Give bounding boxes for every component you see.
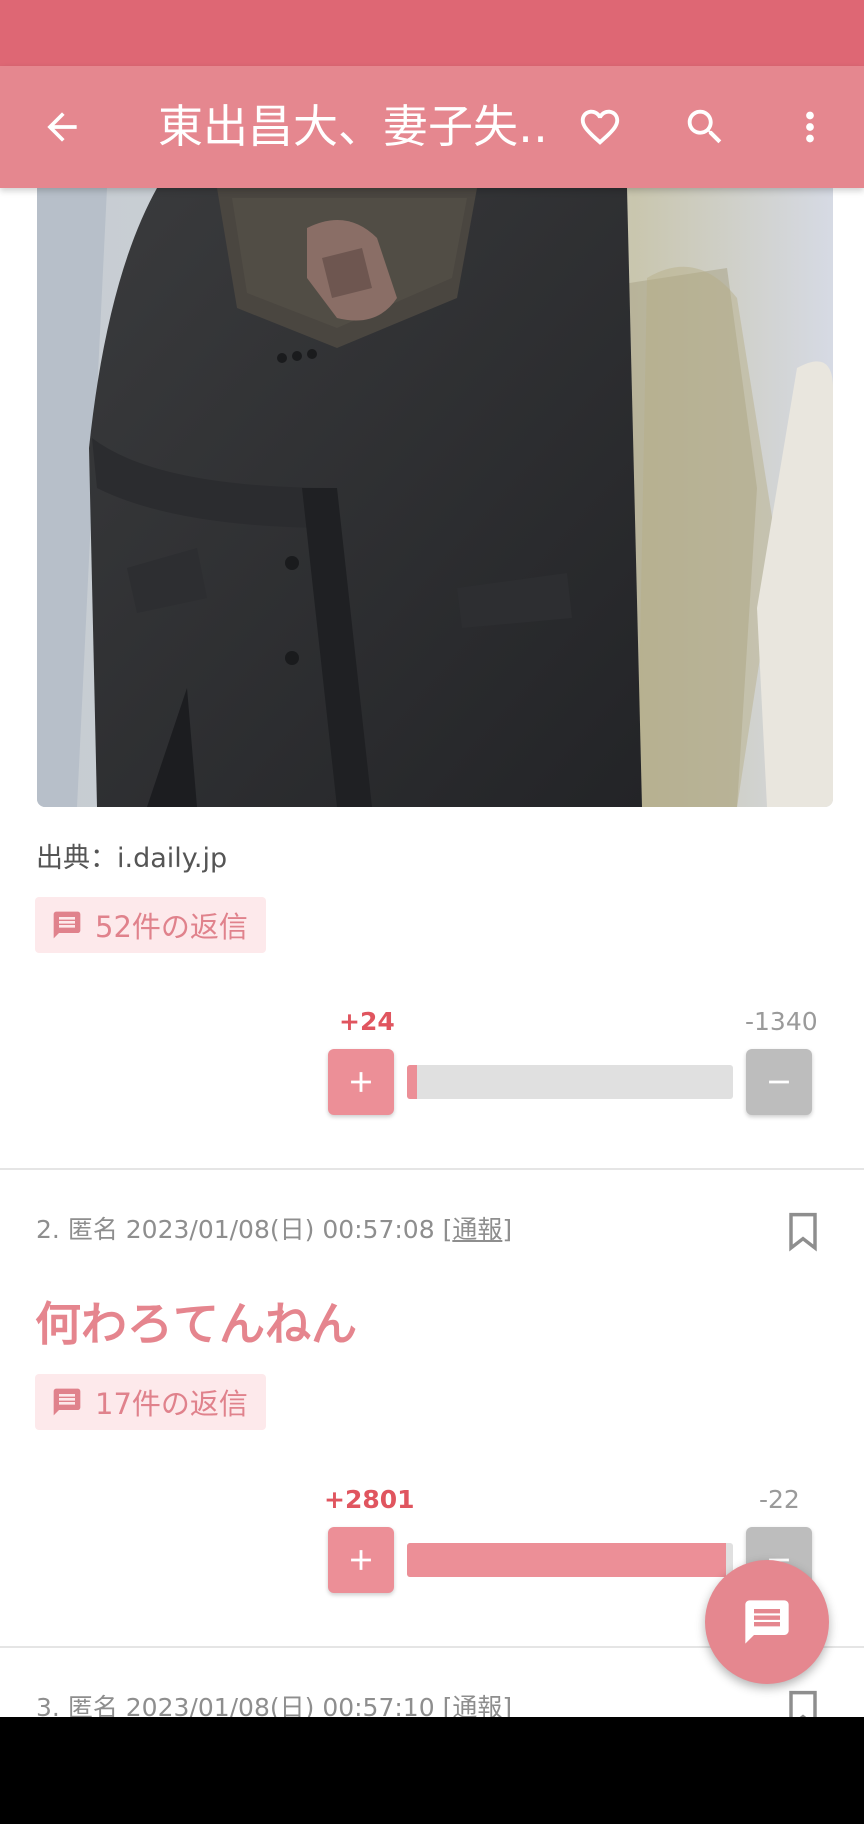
plus-vote-button[interactable] bbox=[328, 1527, 394, 1593]
comment-icon bbox=[53, 911, 81, 939]
minus-icon bbox=[769, 1080, 789, 1084]
bookmark-icon[interactable] bbox=[787, 1690, 819, 1717]
image-source-label: 出典：i.daily.jp bbox=[36, 843, 228, 874]
post-number: 3. bbox=[36, 1693, 60, 1717]
back-button[interactable] bbox=[22, 66, 102, 188]
minus-vote-button[interactable] bbox=[746, 1049, 812, 1115]
replies-button-post-2[interactable]: 17件の返信 bbox=[35, 1374, 266, 1430]
vote-ratio-bar bbox=[407, 1065, 733, 1099]
system-navigation-bar bbox=[0, 1717, 864, 1824]
app-bar: 東出昌大、妻子失… bbox=[0, 66, 864, 188]
report-link[interactable]: 通報 bbox=[452, 1215, 502, 1244]
replies-label: 17件の返信 bbox=[95, 1387, 248, 1421]
bookmark-icon[interactable] bbox=[787, 1212, 819, 1252]
post-image[interactable] bbox=[37, 188, 833, 807]
screen: 東出昌大、妻子失… 出典：i.daily.jp 52件の返信 +24 -1340… bbox=[0, 0, 864, 1717]
status-bar bbox=[0, 0, 864, 66]
bracket-open: [ bbox=[442, 1215, 453, 1244]
photo-illustration bbox=[37, 188, 833, 807]
plus-vote-button[interactable] bbox=[328, 1049, 394, 1115]
vote-ratio-bar bbox=[407, 1543, 733, 1577]
more-options-button[interactable] bbox=[770, 66, 850, 188]
vote-ratio-fill bbox=[407, 1065, 417, 1099]
plus-icon bbox=[351, 1072, 371, 1092]
search-icon bbox=[687, 109, 722, 144]
post-timestamp: 2023/01/08(日) 00:57:10 bbox=[125, 1693, 435, 1717]
plus-count: +24 bbox=[339, 1007, 395, 1036]
post-meta-3: 3. 匿名 2023/01/08(日) 00:57:10 [通報] bbox=[36, 1688, 512, 1717]
replies-label: 52件の返信 bbox=[95, 910, 248, 944]
bracket-close: ] bbox=[502, 1693, 513, 1717]
chat-fab-icon bbox=[745, 1600, 789, 1644]
post-author: 匿名 bbox=[67, 1693, 118, 1717]
comment-icon bbox=[53, 1388, 81, 1416]
post-meta-2: 2. 匿名 2023/01/08(日) 00:57:08 [通報] bbox=[36, 1210, 512, 1246]
replies-button-post-1[interactable]: 52件の返信 bbox=[35, 897, 266, 953]
report-link[interactable]: 通報 bbox=[452, 1693, 502, 1717]
plus-icon bbox=[351, 1550, 371, 1570]
favorite-button[interactable] bbox=[560, 66, 640, 188]
heart-icon bbox=[580, 109, 620, 145]
back-arrow-icon bbox=[47, 112, 77, 142]
write-comment-fab[interactable] bbox=[705, 1560, 829, 1684]
search-button[interactable] bbox=[665, 66, 745, 188]
more-vert-icon bbox=[806, 111, 814, 143]
page-title: 東出昌大、妻子失… bbox=[158, 100, 548, 153]
vote-ratio-fill bbox=[407, 1543, 727, 1577]
bracket-open: [ bbox=[442, 1693, 453, 1717]
minus-count: -1340 bbox=[745, 1007, 818, 1036]
post-divider bbox=[0, 1168, 864, 1170]
plus-count: +2801 bbox=[324, 1485, 415, 1514]
minus-count: -22 bbox=[759, 1485, 800, 1514]
post-timestamp: 2023/01/08(日) 00:57:08 bbox=[125, 1215, 435, 1244]
post-number: 2. bbox=[36, 1215, 60, 1244]
post-author: 匿名 bbox=[67, 1215, 118, 1244]
comment-body: 何わろてんねん bbox=[35, 1297, 357, 1351]
bracket-close: ] bbox=[502, 1215, 513, 1244]
